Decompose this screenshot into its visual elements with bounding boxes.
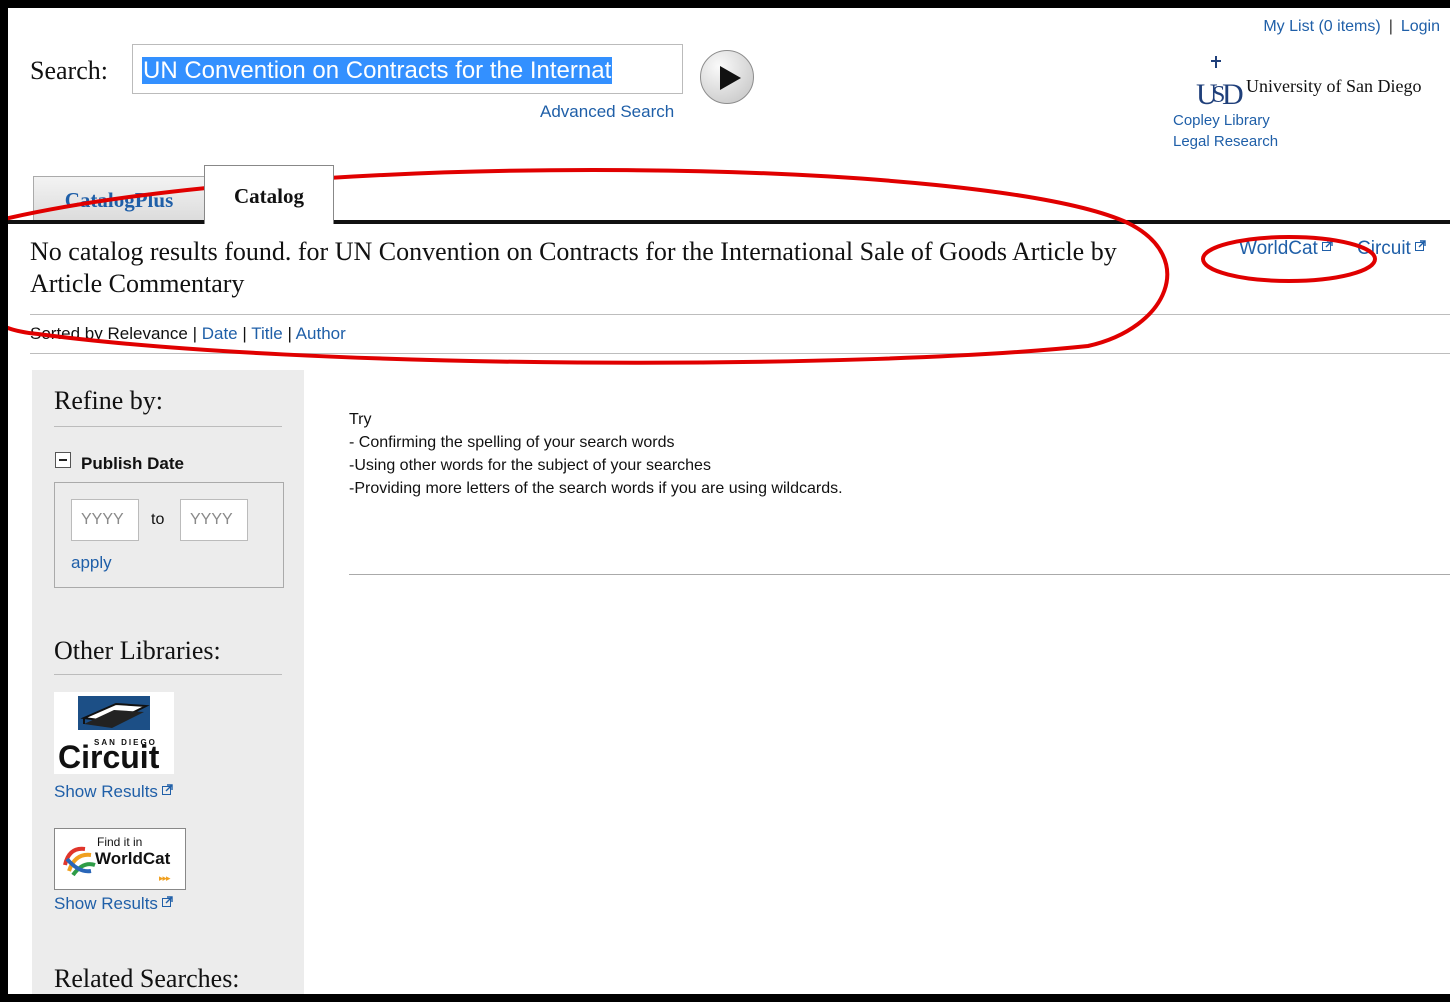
circuit-logo-text: Circuit xyxy=(58,739,160,775)
divider-top xyxy=(30,314,1450,315)
copley-library-link[interactable]: Copley Library xyxy=(1173,112,1270,129)
search-label: Search: xyxy=(30,56,108,85)
page-frame: My List (0 items) | Login Search: UN Conve… xyxy=(8,8,1450,994)
show-results-worldcat[interactable]: Show Results xyxy=(54,894,173,914)
search-suggestions: Try - Confirming the spelling of your se… xyxy=(349,408,843,500)
university-logo[interactable]: U S D University of San Diego xyxy=(1190,54,1440,108)
search-input[interactable]: UN Convention on Contracts for the Inter… xyxy=(132,44,683,94)
external-link-icon xyxy=(161,784,173,795)
suggestion-line-2: -Using other words for the subject of yo… xyxy=(349,457,711,474)
play-icon xyxy=(720,66,741,90)
collapse-icon[interactable] xyxy=(55,452,71,468)
show-results-circuit[interactable]: Show Results xyxy=(54,782,173,802)
related-searches-heading: Related Searches: xyxy=(54,964,240,993)
circuit-link[interactable]: Circuit xyxy=(1357,238,1426,259)
svg-text:D: D xyxy=(1222,78,1244,108)
external-link-icon xyxy=(1414,240,1426,251)
worldcat-link[interactable]: WorldCat xyxy=(1239,238,1333,259)
tab-catalog[interactable]: Catalog xyxy=(204,165,334,224)
sort-sep-1: | xyxy=(192,324,197,343)
show-results-circuit-label: Show Results xyxy=(54,782,158,801)
circuit-external: Circuit xyxy=(1357,238,1426,260)
top-links: My List (0 items) | Login xyxy=(1263,18,1440,36)
results-title: No catalog results found. for UN Convent… xyxy=(30,237,1117,298)
divider-main xyxy=(349,574,1450,575)
divider-sort xyxy=(30,353,1450,354)
sort-bar: Sorted by Relevance | Date | Title | Aut… xyxy=(30,324,346,344)
worldcat-logo[interactable]: Find it in WorldCat ▸▸▸ xyxy=(54,828,186,890)
worldcat-link-label: WorldCat xyxy=(1239,238,1318,259)
show-results-worldcat-label: Show Results xyxy=(54,894,158,913)
suggestion-line-1: - Confirming the spelling of your search… xyxy=(349,434,675,451)
external-link-icon xyxy=(1321,240,1333,251)
circuit-logo[interactable]: SAN DIEGO Circuit xyxy=(54,692,174,774)
date-range-box: YYYY to YYYY apply xyxy=(54,482,284,588)
refine-rule xyxy=(54,426,282,427)
sort-relevance: Relevance xyxy=(107,324,188,343)
usd-emblem-icon: U S D xyxy=(1196,56,1244,108)
sort-author-link[interactable]: Author xyxy=(296,324,346,343)
tab-catalogplus[interactable]: CatalogPlus xyxy=(33,176,205,220)
sort-date-link[interactable]: Date xyxy=(202,324,238,343)
legal-research-link[interactable]: Legal Research xyxy=(1173,133,1278,150)
university-name: University of San Diego xyxy=(1246,76,1422,96)
date-from-input[interactable]: YYYY xyxy=(71,499,139,541)
circuit-link-label: Circuit xyxy=(1357,238,1411,259)
advanced-search-link[interactable]: Advanced Search xyxy=(540,102,674,122)
worldcat-globe-icon xyxy=(63,846,96,877)
my-list-link[interactable]: My List (0 items) xyxy=(1263,18,1380,35)
sort-sep-3: | xyxy=(287,324,292,343)
external-links: WorldCat xyxy=(1239,238,1333,260)
date-to-word: to xyxy=(151,511,165,528)
sort-title-link[interactable]: Title xyxy=(251,324,283,343)
login-link[interactable]: Login xyxy=(1401,18,1440,35)
refine-heading: Refine by: xyxy=(54,386,164,415)
worldcat-arrows-icon: ▸▸▸ xyxy=(159,873,171,883)
other-libraries-heading: Other Libraries: xyxy=(54,636,221,665)
worldcat-logo-line2: WorldCat xyxy=(95,849,171,868)
other-libraries-rule xyxy=(54,674,282,675)
sort-prefix: Sorted by xyxy=(30,324,103,343)
external-link-icon xyxy=(161,896,173,907)
refine-sidebar: Refine by: Publish Date YYYY to YYYY app… xyxy=(32,370,304,994)
apply-link[interactable]: apply xyxy=(71,553,112,573)
worldcat-logo-line1: Find it in xyxy=(97,835,143,849)
suggestion-try: Try xyxy=(349,411,372,428)
suggestion-line-3: -Providing more letters of the search wo… xyxy=(349,480,843,497)
search-input-value: UN Convention on Contracts for the Inter… xyxy=(142,57,613,84)
sort-sep-2: | xyxy=(242,324,247,343)
date-to-input[interactable]: YYYY xyxy=(180,499,248,541)
search-go-button[interactable] xyxy=(700,50,754,104)
publish-date-label: Publish Date xyxy=(81,454,184,473)
top-links-separator: | xyxy=(1388,18,1393,35)
